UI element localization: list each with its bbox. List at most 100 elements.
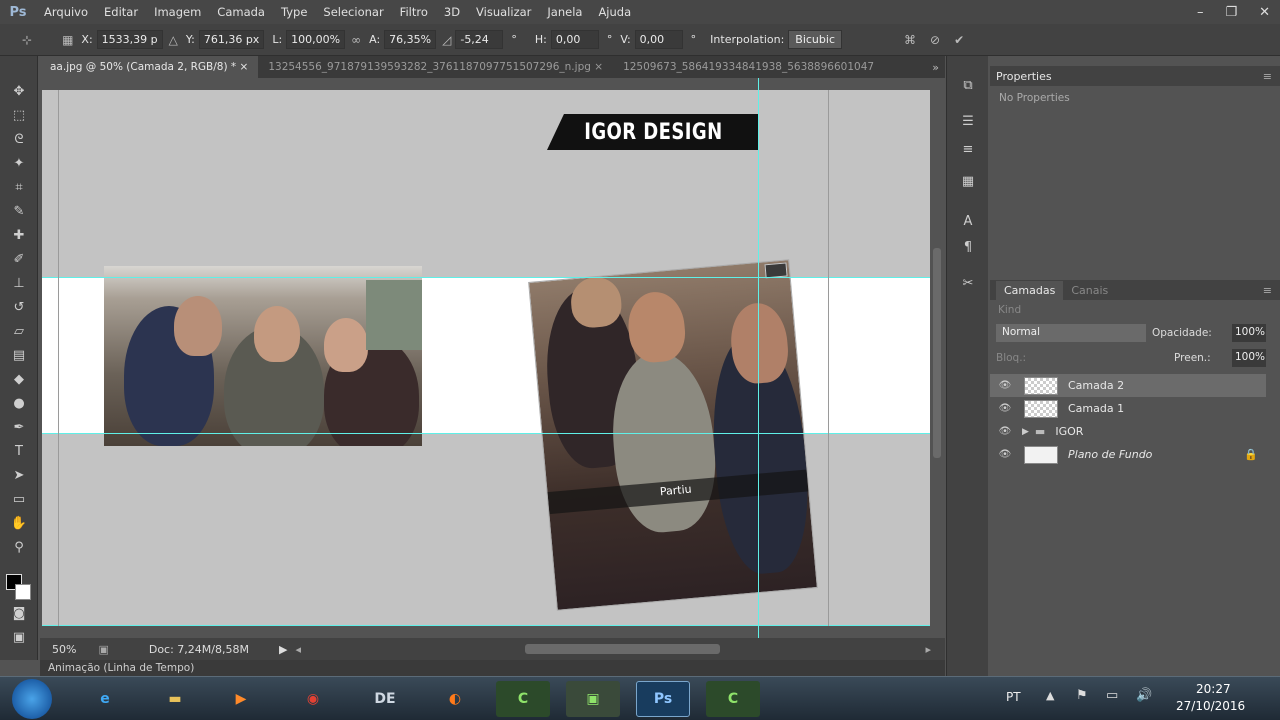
scroll-right-icon[interactable]: ▸ [925, 643, 931, 656]
camtasia-recorder-icon[interactable]: ▣ [566, 681, 620, 717]
y-input[interactable]: 761,36 px [198, 30, 265, 49]
tab-layers[interactable]: Camadas [996, 280, 1064, 300]
height-input[interactable]: 76,35% [384, 30, 437, 49]
stamp-tool-icon[interactable]: ⊥ [9, 274, 29, 294]
status-arrow-icon[interactable]: ▶ [279, 643, 287, 656]
tab-aa-jpg[interactable]: aa.jpg @ 50% (Camada 2, RGB/8) * × [40, 56, 259, 78]
width-input[interactable]: 100,00% [286, 30, 346, 49]
horizontal-scrollbar[interactable] [525, 644, 720, 654]
angle-input[interactable]: -5,24 [455, 30, 504, 49]
opacity-input[interactable]: 100% [1232, 324, 1266, 342]
quick-mask-icon[interactable]: ◙ [9, 604, 29, 624]
character-panel-icon[interactable]: A [958, 212, 978, 232]
layer-group-igor[interactable]: 👁 ▶ ▬ IGOR [990, 420, 1266, 443]
timeline-panel[interactable]: Animação (Linha de Tempo) [40, 660, 945, 676]
brush-tool-icon[interactable]: ✐ [9, 250, 29, 270]
start-button[interactable] [12, 679, 52, 719]
background-color-swatch[interactable] [15, 584, 31, 600]
panel-menu-icon[interactable]: ≡ [1263, 70, 1272, 83]
menu-arquivo[interactable]: Arquivo [36, 5, 96, 19]
properties-title[interactable]: Properties [996, 70, 1052, 83]
warp-icon[interactable]: ⌘ [904, 33, 916, 47]
fill-input[interactable]: 100% [1232, 349, 1266, 367]
lasso-tool-icon[interactable]: ᘓ [9, 130, 29, 150]
magic-wand-tool-icon[interactable]: ✦ [9, 154, 29, 174]
status-menu-icon[interactable]: ▣ [98, 643, 108, 656]
shape-tool-icon[interactable]: ▭ [9, 490, 29, 510]
clock-date[interactable]: 27/10/2016 [1176, 699, 1245, 713]
tab-channels[interactable]: Canais [1063, 284, 1116, 297]
filter-kind[interactable]: Kind [998, 304, 1021, 316]
guide-horizontal[interactable] [42, 433, 930, 434]
minimize-button[interactable]: – [1197, 5, 1204, 20]
file-explorer-icon[interactable]: ▬ [148, 681, 202, 717]
eraser-tool-icon[interactable]: ▱ [9, 322, 29, 342]
type-tool-icon[interactable]: T [9, 442, 29, 462]
menu-editar[interactable]: Editar [96, 5, 146, 19]
menu-camada[interactable]: Camada [209, 5, 273, 19]
photo-layer-2[interactable]: Partiu [528, 259, 818, 611]
panel-menu-icon[interactable]: ≡ [1263, 284, 1272, 297]
vskew-input[interactable]: 0,00 [634, 30, 683, 49]
chrome-icon[interactable]: ◉ [286, 681, 340, 717]
camtasia-icon[interactable]: C [496, 681, 550, 717]
guide-horizontal[interactable] [42, 277, 930, 278]
menu-visualizar[interactable]: Visualizar [468, 5, 539, 19]
menu-janela[interactable]: Janela [539, 5, 590, 19]
tray-up-icon[interactable]: ▲ [1046, 689, 1054, 702]
history-panel-icon[interactable]: ⧉ [958, 76, 978, 96]
properties-panel-icon[interactable]: ≡ [958, 140, 978, 160]
crop-tool-icon[interactable]: ⌗ [9, 178, 29, 198]
restore-button[interactable]: ❐ [1225, 5, 1237, 20]
zoom-level[interactable]: 50% [52, 643, 76, 656]
tab-close-icon[interactable]: × [594, 61, 603, 73]
reference-point-icon[interactable]: ▦ [62, 33, 73, 47]
link-icon[interactable]: ∞ [351, 33, 361, 47]
commit-transform-icon[interactable]: ✔ [954, 33, 964, 47]
triangle-icon[interactable]: △ [169, 33, 178, 47]
tools-panel-icon[interactable]: ✂ [958, 274, 978, 294]
menu-type[interactable]: Type [273, 5, 315, 19]
screen-mode-icon[interactable]: ▣ [9, 628, 29, 648]
cancel-transform-icon[interactable]: ⊘ [930, 33, 940, 47]
clock-time[interactable]: 20:27 [1196, 682, 1231, 696]
adjustments-panel-icon[interactable]: ☰ [958, 112, 978, 132]
transform-handle-icon[interactable] [764, 262, 788, 279]
volume-icon[interactable]: 🔊 [1136, 688, 1152, 703]
vertical-scrollbar[interactable] [933, 248, 941, 458]
menu-3d[interactable]: 3D [436, 5, 468, 19]
visibility-eye-icon[interactable]: 👁 [994, 426, 1016, 437]
network-icon[interactable]: ⚑ [1076, 688, 1088, 703]
guide-horizontal[interactable] [42, 625, 930, 626]
dodge-tool-icon[interactable]: ● [9, 394, 29, 414]
menu-ajuda[interactable]: Ajuda [590, 5, 639, 19]
tab-image-3[interactable]: 12509673_586419334841938_5638896601047 [613, 61, 884, 73]
tab-close-icon[interactable]: × [240, 61, 249, 73]
app-de-icon[interactable]: DE [358, 681, 412, 717]
visibility-eye-icon[interactable]: 👁 [994, 403, 1016, 414]
pen-tool-icon[interactable]: ✒ [9, 418, 29, 438]
canvas-area[interactable]: IGOR DESIGN Partiu [40, 78, 945, 638]
expand-arrow-icon[interactable]: ▶ [1022, 427, 1029, 437]
menu-imagem[interactable]: Imagem [146, 5, 209, 19]
visibility-eye-icon[interactable]: 👁 [994, 449, 1016, 460]
document-canvas[interactable]: IGOR DESIGN Partiu [42, 78, 930, 638]
layer-camada-1[interactable]: 👁 Camada 1 [990, 397, 1266, 420]
styles-panel-icon[interactable]: ▦ [958, 172, 978, 192]
photo-layer-1[interactable] [104, 266, 422, 446]
gradient-tool-icon[interactable]: ▤ [9, 346, 29, 366]
menu-selecionar[interactable]: Selecionar [315, 5, 391, 19]
layer-plano-de-fundo[interactable]: 👁 Plano de Fundo 🔒 [990, 443, 1266, 466]
internet-explorer-icon[interactable]: e [78, 681, 132, 717]
path-select-tool-icon[interactable]: ➤ [9, 466, 29, 486]
firefox-icon[interactable]: ◐ [428, 681, 482, 717]
paragraph-panel-icon[interactable]: ¶ [958, 238, 978, 258]
monitor-icon[interactable]: ▭ [1106, 688, 1118, 703]
blend-mode-select[interactable]: Normal [996, 324, 1146, 342]
menu-filtro[interactable]: Filtro [392, 5, 436, 19]
guide-vertical[interactable] [758, 78, 759, 638]
blur-tool-icon[interactable]: ◆ [9, 370, 29, 390]
history-brush-icon[interactable]: ↺ [9, 298, 29, 318]
healing-tool-icon[interactable]: ✚ [9, 226, 29, 246]
scroll-left-icon[interactable]: ◂ [295, 643, 301, 656]
